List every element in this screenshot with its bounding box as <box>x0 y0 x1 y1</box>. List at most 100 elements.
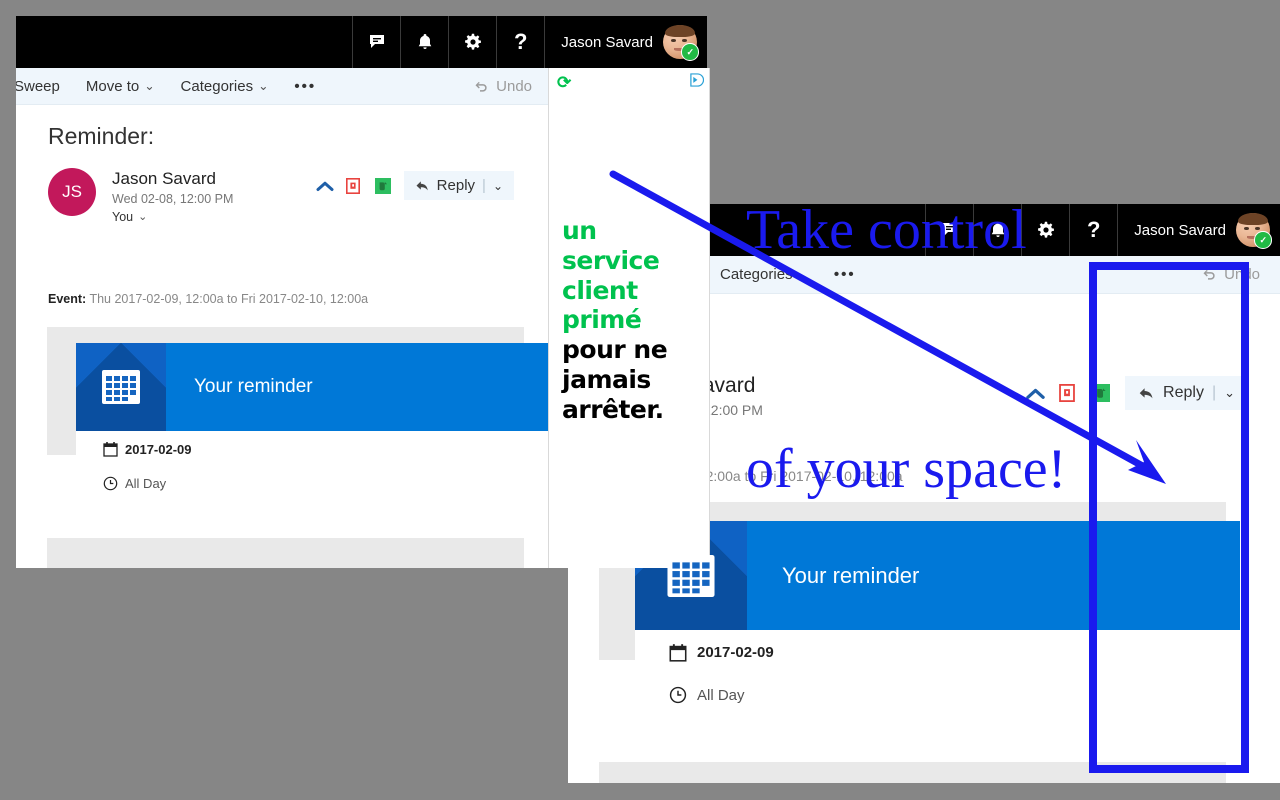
calendar-icon <box>659 643 697 662</box>
presence-badge: ✓ <box>1254 231 1273 250</box>
sender-initials: JS <box>62 182 82 201</box>
event-value: Thu 2017-02-09, 12:00a to Fri 2017-02-10… <box>89 292 369 306</box>
reminder-card-container-lower-zoomed <box>599 762 1226 783</box>
presence-badge: ✓ <box>681 43 700 62</box>
recipients-label: You <box>112 210 134 224</box>
expand-recipients-icon[interactable]: ⌄ <box>138 208 147 226</box>
reminder-time-row: All Day <box>635 675 1240 715</box>
undo-label: Undo <box>1224 266 1260 283</box>
event-summary: Event: Thu 2017-02-09, 12:00a to Fri 201… <box>48 292 368 306</box>
undo-icon <box>475 81 487 92</box>
chevron-down-icon: ⌄ <box>144 79 155 93</box>
sender-timestamp: Wed 02-08, 12:00 PM <box>112 192 234 206</box>
sender-avatar: JS <box>48 168 96 216</box>
categories-button[interactable]: Categories ⌄ <box>181 78 269 95</box>
avatar-eye-left <box>1244 227 1249 231</box>
message-actions: Reply | ⌄ <box>312 171 514 200</box>
refresh-ad-icon[interactable]: ⟳ <box>557 74 571 91</box>
recipients-row[interactable]: You ⌄ <box>112 208 233 226</box>
chevron-down-icon: ⌄ <box>258 79 269 93</box>
annotation-headline: Take control of your space! <box>746 32 1066 589</box>
reminder-date-value: 2017-02-09 <box>697 644 774 661</box>
evernote-icon[interactable] <box>368 174 398 198</box>
ad-copy-overlay: un service client primé pour ne jamais a… <box>562 216 712 424</box>
more-commands-button[interactable]: ••• <box>294 78 316 95</box>
gear-icon[interactable] <box>448 16 496 68</box>
categories-label: Categories <box>180 77 254 95</box>
reply-label: Reply <box>1163 384 1204 401</box>
reply-label: Reply <box>436 177 476 194</box>
undo-button[interactable]: Undo <box>1202 266 1260 283</box>
reply-separator: | <box>1211 384 1217 401</box>
reminder-time-value: All Day <box>697 686 745 704</box>
reminder-time-value: All Day <box>125 475 167 491</box>
evernote-icon[interactable] <box>1084 379 1118 407</box>
help-icon[interactable]: ? <box>1069 204 1117 256</box>
move-to-label: Move to <box>85 77 140 95</box>
ad-line-2: service <box>562 245 660 275</box>
adchoices-icon[interactable] <box>689 73 705 92</box>
reply-button[interactable]: Reply | ⌄ <box>403 171 514 200</box>
help-glyph: ? <box>514 29 528 54</box>
avatar-eye-right <box>1255 227 1260 231</box>
command-bar: Sweep Move to ⌄ Categories ⌄ ••• Undo <box>16 68 548 105</box>
ad-line-4: primé <box>562 305 642 335</box>
undo-label: Undo <box>496 77 532 95</box>
reminder-card-container-lower <box>47 538 524 568</box>
reply-icon <box>1139 387 1153 398</box>
reply-options-chevron[interactable]: ⌄ <box>1224 385 1235 401</box>
top-navigation-bar: ? Jason Savard ✓ <box>16 16 707 68</box>
sender-name: Jason Savard <box>112 169 216 188</box>
reply-button[interactable]: Reply | ⌄ <box>1125 376 1248 410</box>
mail-reading-pane: Reminder: JS Jason Savard Wed 02-08, 12:… <box>16 105 553 568</box>
ad-line-7: arrêter. <box>562 394 664 424</box>
undo-icon <box>1203 269 1215 280</box>
avatar-eye-left <box>671 39 676 43</box>
reminder-title: Your reminder <box>782 562 920 588</box>
sweep-button[interactable]: Sweep <box>16 78 60 95</box>
calendar-icon <box>95 441 125 457</box>
reminder-title: Your reminder <box>194 376 313 397</box>
avatar[interactable]: ✓ <box>1236 213 1273 250</box>
reminder-date-row: 2017-02-09 <box>76 431 553 467</box>
help-icon[interactable]: ? <box>496 16 544 68</box>
calendar-icon <box>102 370 140 404</box>
user-name-label: Jason Savard <box>561 33 653 51</box>
avatar-hair <box>665 25 695 37</box>
sender-details: Jason Savard Wed 02-08, 12:00 PM You ⌄ <box>112 168 233 226</box>
message-header: JS Jason Savard Wed 02-08, 12:00 PM You … <box>48 168 514 226</box>
reminder-date-value: 2017-02-09 <box>125 441 192 457</box>
collapse-icon[interactable] <box>312 174 338 198</box>
ad-line-6: jamais <box>562 364 651 394</box>
ad-line-5: pour ne <box>562 335 668 364</box>
sweep-label: Sweep <box>16 77 60 95</box>
ad-line-3: client <box>562 275 638 305</box>
help-glyph: ? <box>1087 217 1101 242</box>
avatar-hair <box>1238 213 1268 225</box>
user-name-label: Jason Savard <box>1134 221 1226 239</box>
avatar-eye-right <box>682 39 687 43</box>
headline-line-2: of your space! <box>746 437 1067 500</box>
reminder-date-row: 2017-02-09 <box>635 630 1240 675</box>
headline-line-1: Take control <box>746 199 1027 262</box>
user-account-menu[interactable]: Jason Savard ✓ <box>544 16 707 68</box>
flag-icon[interactable] <box>338 174 368 198</box>
clock-icon <box>659 686 697 704</box>
avatar[interactable]: ✓ <box>663 25 700 62</box>
clock-icon <box>95 476 125 491</box>
chat-icon[interactable] <box>352 16 400 68</box>
reply-options-chevron[interactable]: ⌄ <box>493 179 503 193</box>
reminder-card: Your reminder 2017-02-09 All Day <box>76 343 553 538</box>
undo-button[interactable]: Undo <box>474 78 532 95</box>
bell-icon[interactable] <box>400 16 448 68</box>
move-to-button[interactable]: Move to ⌄ <box>86 78 155 95</box>
reply-separator: | <box>482 177 486 194</box>
user-account-menu[interactable]: Jason Savard ✓ <box>1117 204 1280 256</box>
event-label: Event: <box>48 292 87 306</box>
calendar-icon <box>667 554 715 597</box>
page-title: Reminder: <box>48 123 155 149</box>
reminder-time-row: All Day <box>76 467 553 499</box>
reply-icon <box>416 180 428 190</box>
banner-tile <box>76 343 166 431</box>
